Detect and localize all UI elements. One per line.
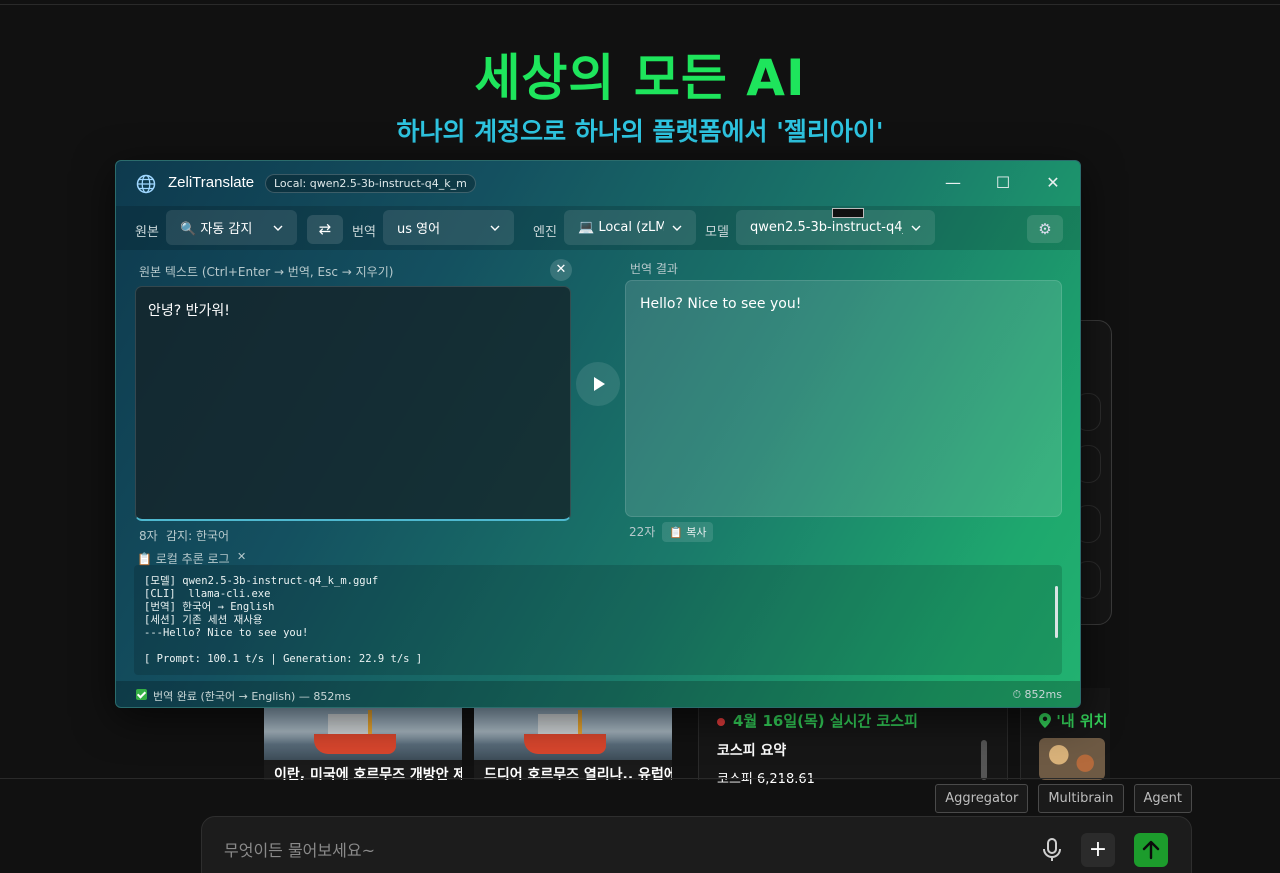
source-lang-dropdown[interactable]: 🔍 자동 감지 — [166, 210, 297, 245]
send-button[interactable] — [1134, 833, 1168, 867]
settings-button[interactable]: ⚙ — [1027, 215, 1063, 243]
close-log-button[interactable]: ✕ — [237, 550, 246, 563]
status-time: ⏱ 852ms — [1012, 688, 1062, 701]
engine-dropdown[interactable]: 💻 Local (zLM — [564, 210, 696, 245]
clear-source-button[interactable]: ✕ — [550, 259, 572, 281]
location-pin-icon — [1039, 713, 1051, 728]
target-lang-dropdown[interactable]: us 영어 — [383, 210, 514, 245]
close-button[interactable]: ✕ — [1040, 170, 1066, 196]
chat-box: + — [201, 816, 1192, 873]
maximize-button[interactable]: ☐ — [990, 170, 1016, 196]
translate-play-button[interactable] — [576, 362, 620, 406]
news-image — [264, 708, 462, 760]
location-header-text: '내 위치 — [1056, 712, 1108, 730]
resize-handle[interactable] — [832, 208, 864, 218]
app-title: ZeliTranslate — [168, 174, 255, 191]
detected-language: 감지: 한국어 — [166, 529, 230, 543]
output-label: 번역 결과 — [630, 262, 678, 276]
output-char-count: 22자 — [629, 525, 656, 539]
kospi-scrollbar[interactable] — [981, 740, 987, 780]
engine-label: 엔진 — [533, 225, 557, 240]
swap-languages-button[interactable]: ⇄ — [307, 215, 343, 244]
source-lang-value: 🔍 자동 감지 — [180, 222, 253, 237]
engine-value: 💻 Local (zLM — [578, 220, 664, 235]
zelitranslate-window: ZeliTranslate Local: qwen2.5-3b-instruct… — [115, 160, 1081, 708]
top-divider — [0, 4, 1280, 5]
arrow-up-icon — [1142, 840, 1160, 860]
chevron-down-icon — [672, 225, 682, 231]
copy-button[interactable]: 📋 복사 — [662, 522, 714, 542]
news-card[interactable]: 이란, 미국에 호르무즈 개방안 제 — [264, 708, 462, 780]
chat-input[interactable] — [224, 841, 1004, 860]
model-label: 모델 — [705, 225, 729, 240]
hero-title: 세상의 모든 AI — [474, 49, 806, 107]
status-text: 번역 완료 (한국어 → English) — 852ms — [153, 690, 351, 703]
model-value: qwen2.5-3b-instruct-q4_k — [750, 220, 903, 235]
add-attachment-button[interactable]: + — [1081, 833, 1115, 867]
mode-aggregator-button[interactable]: Aggregator — [935, 784, 1029, 813]
globe-icon — [136, 174, 156, 194]
kospi-header-text: 4월 16일(목) 실시간 코스피 — [733, 712, 918, 730]
mode-selector: Aggregator Multibrain Agent — [935, 784, 1192, 813]
microphone-icon[interactable] — [1040, 837, 1064, 863]
chevron-down-icon — [911, 225, 921, 231]
status-bar: 번역 완료 (한국어 → English) — 852ms ⏱ 852ms — [116, 681, 1080, 707]
translate-toolbar: 원본 🔍 자동 감지 ⇄ 번역 us 영어 엔진 💻 Local (zLM 모델… — [116, 206, 1080, 250]
mode-multibrain-button[interactable]: Multibrain — [1038, 784, 1124, 813]
hero-subtitle: 하나의 계정으로 하나의 플랫폼에서 '젤리아이' — [396, 117, 884, 146]
mode-agent-button[interactable]: Agent — [1133, 784, 1192, 813]
bottom-divider — [0, 778, 1280, 779]
translation-output[interactable]: Hello? Nice to see you! — [625, 280, 1062, 517]
window-titlebar[interactable]: ZeliTranslate Local: qwen2.5-3b-instruct… — [116, 161, 1080, 206]
checkmark-icon — [136, 689, 147, 700]
news-image — [474, 708, 672, 760]
target-lang-value: us 영어 — [397, 222, 441, 237]
kospi-header: 4월 16일(목) 실시간 코스피 — [717, 710, 918, 731]
kospi-summary-title: 코스피 요약 — [717, 743, 787, 759]
source-char-count: 8자 — [139, 529, 158, 543]
source-lang-label: 원본 — [135, 225, 159, 240]
live-dot-icon — [717, 717, 725, 726]
chevron-down-icon — [490, 225, 500, 231]
target-lang-label: 번역 — [352, 225, 376, 240]
source-text-label: 원본 텍스트 (Ctrl+Enter → 번역, Esc → 지우기) — [139, 265, 394, 279]
log-scrollbar[interactable] — [1055, 586, 1058, 638]
minimize-button[interactable]: — — [940, 170, 966, 196]
location-header: '내 위치 — [1039, 710, 1107, 731]
news-card[interactable]: 드디어 호르무즈 열리나.. 유럽에 — [474, 708, 672, 780]
source-text-input[interactable]: 안녕? 반가워! — [135, 286, 571, 521]
chevron-down-icon — [273, 225, 283, 231]
food-image — [1039, 738, 1105, 780]
inference-log: [모델] qwen2.5-3b-instruct-q4_k_m.gguf [CL… — [134, 565, 1062, 675]
model-badge: Local: qwen2.5-3b-instruct-q4_k_m — [265, 174, 476, 193]
